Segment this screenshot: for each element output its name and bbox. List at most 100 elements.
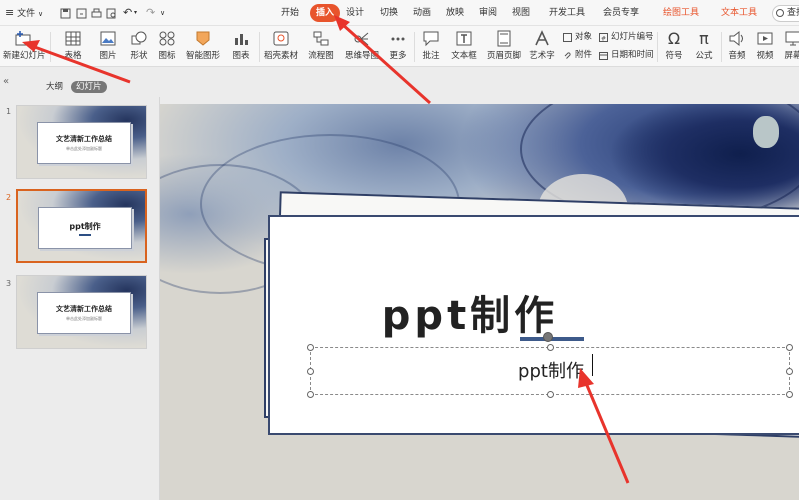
thumbnail-underline: [79, 234, 91, 236]
tab-view[interactable]: 视图: [512, 4, 530, 22]
tab-slideshow[interactable]: 放映: [446, 4, 464, 22]
slide-number-button[interactable]: # 幻灯片编号: [599, 30, 654, 44]
picture-label: 图片: [99, 51, 117, 61]
table-button[interactable]: 表格: [56, 26, 90, 67]
ribbon-divider: [721, 32, 722, 62]
attachment-button[interactable]: 附件: [563, 48, 592, 62]
tab-outline[interactable]: 大纲: [46, 81, 63, 93]
material-button[interactable]: 稻壳素材: [262, 26, 300, 67]
material-label: 稻壳素材: [263, 51, 298, 61]
flowchart-label: 流程图: [308, 51, 334, 61]
shape-label: 形状: [130, 51, 148, 61]
undo-dropdown-icon[interactable]: ▾: [134, 0, 137, 26]
tab-animations[interactable]: 动画: [413, 4, 431, 22]
textbox-icon: [456, 31, 472, 46]
slides-pane: « 大纲 幻灯片 1 文艺清新工作总结 单击此处添加副标题 2 ppt制作 3 …: [0, 67, 160, 500]
symbol-button[interactable]: Ω 符号: [660, 26, 688, 67]
smartart-button[interactable]: 智能图形: [182, 26, 224, 67]
shape-button[interactable]: 形状: [125, 26, 153, 67]
icons-grid-icon: [159, 31, 175, 46]
tab-design[interactable]: 设计: [346, 4, 364, 22]
tab-member[interactable]: 会员专享: [603, 4, 639, 22]
ribbon-divider: [414, 32, 415, 62]
comment-icon: [423, 31, 439, 47]
resize-handle[interactable]: [547, 391, 554, 398]
resize-handle[interactable]: [307, 368, 314, 375]
editor-background: [160, 67, 799, 104]
calendar-icon: [599, 52, 608, 60]
more-button[interactable]: 更多: [384, 26, 412, 67]
undo-icon[interactable]: ↶: [123, 0, 132, 26]
search-label: 查找: [787, 8, 799, 18]
resize-handle[interactable]: [547, 344, 554, 351]
new-slide-icon: [15, 31, 31, 46]
icon-label: 图标: [158, 51, 176, 61]
wordart-button[interactable]: 艺术字: [525, 26, 559, 67]
export-icon[interactable]: [76, 8, 87, 19]
print-icon[interactable]: [91, 8, 102, 19]
comment-label: 批注: [422, 51, 440, 61]
tab-developer[interactable]: 开发工具: [549, 4, 585, 22]
resize-handle[interactable]: [307, 344, 314, 351]
object-button[interactable]: 对象: [563, 30, 592, 44]
file-menu[interactable]: ≡ 文件 ∨: [5, 0, 43, 26]
file-menu-label: 文件: [17, 9, 36, 19]
redo-icon[interactable]: ↷: [146, 0, 155, 26]
subtitle-textbox[interactable]: ppt制作: [307, 344, 793, 398]
slide-title[interactable]: ppt制作: [270, 283, 670, 341]
resize-handle[interactable]: [786, 391, 793, 398]
tab-home[interactable]: 开始: [281, 4, 299, 22]
slide-number: 1: [6, 107, 12, 116]
tab-insert[interactable]: 插入: [310, 4, 341, 22]
rotate-handle[interactable]: [543, 332, 553, 342]
ink-light-patch: [753, 116, 779, 148]
search-input[interactable]: 查找: [772, 5, 799, 22]
audio-button[interactable]: 音频: [724, 26, 750, 67]
picture-button[interactable]: 图片: [92, 26, 124, 67]
formula-button[interactable]: π 公式: [690, 26, 718, 67]
screen-label: 屏幕: [784, 51, 799, 61]
header-footer-button[interactable]: 页眉页脚: [484, 26, 524, 67]
slide-thumbnail-3[interactable]: 文艺清新工作总结 单击此处添加副标题: [16, 275, 147, 349]
customize-dropdown-icon[interactable]: ∨: [160, 0, 165, 26]
slide-number: 3: [6, 279, 12, 288]
smartart-icon: [196, 31, 210, 46]
tab-transitions[interactable]: 切换: [380, 4, 398, 22]
icon-button[interactable]: 图标: [154, 26, 180, 67]
datetime-button[interactable]: 日期和时间: [599, 48, 654, 62]
table-label: 表格: [64, 51, 82, 61]
chart-button[interactable]: 图表: [228, 26, 254, 67]
subtitle-text[interactable]: ppt制作: [311, 357, 791, 383]
resize-handle[interactable]: [786, 368, 793, 375]
mindmap-icon: [354, 32, 369, 46]
symbol-label: 符号: [665, 51, 683, 61]
flowchart-button[interactable]: 流程图: [302, 26, 340, 67]
mindmap-button[interactable]: 思维导图: [342, 26, 382, 67]
slide-canvas[interactable]: ppt制作 ppt制作: [160, 104, 799, 500]
resize-handle[interactable]: [786, 344, 793, 351]
audio-label: 音频: [728, 51, 746, 61]
slide-thumbnail-1[interactable]: 文艺清新工作总结 单击此处添加副标题: [16, 105, 147, 179]
insert-ribbon: 新建幻灯片 表格 图片 形状 图标 智能图形 图表 稻壳素材 流程图 思维导图 …: [0, 26, 799, 67]
flowchart-icon: [313, 31, 329, 46]
tab-review[interactable]: 审阅: [479, 4, 497, 22]
tab-drawing-tools[interactable]: 绘图工具: [663, 4, 699, 22]
tab-slides[interactable]: 幻灯片: [71, 81, 107, 93]
thumbnail-card: ppt制作: [38, 207, 132, 249]
video-button[interactable]: 视频: [752, 26, 778, 67]
thumbnail-title: ppt制作: [69, 222, 101, 231]
print-preview-icon[interactable]: [106, 8, 117, 19]
tab-text-tools[interactable]: 文本工具: [721, 4, 757, 22]
slide-thumbnail-2[interactable]: ppt制作: [16, 189, 147, 263]
new-slide-button[interactable]: 新建幻灯片: [3, 26, 46, 67]
comment-button[interactable]: 批注: [418, 26, 444, 67]
collapse-pane-icon[interactable]: «: [3, 76, 9, 87]
save-icon[interactable]: [60, 8, 71, 19]
search-icon: [776, 9, 784, 17]
chart-icon: [235, 34, 248, 45]
formula-label: 公式: [695, 51, 713, 61]
wordart-label: 艺术字: [529, 51, 555, 61]
resize-handle[interactable]: [307, 391, 314, 398]
textbox-button[interactable]: 文本框: [447, 26, 481, 67]
screen-button[interactable]: 屏幕: [780, 26, 799, 67]
